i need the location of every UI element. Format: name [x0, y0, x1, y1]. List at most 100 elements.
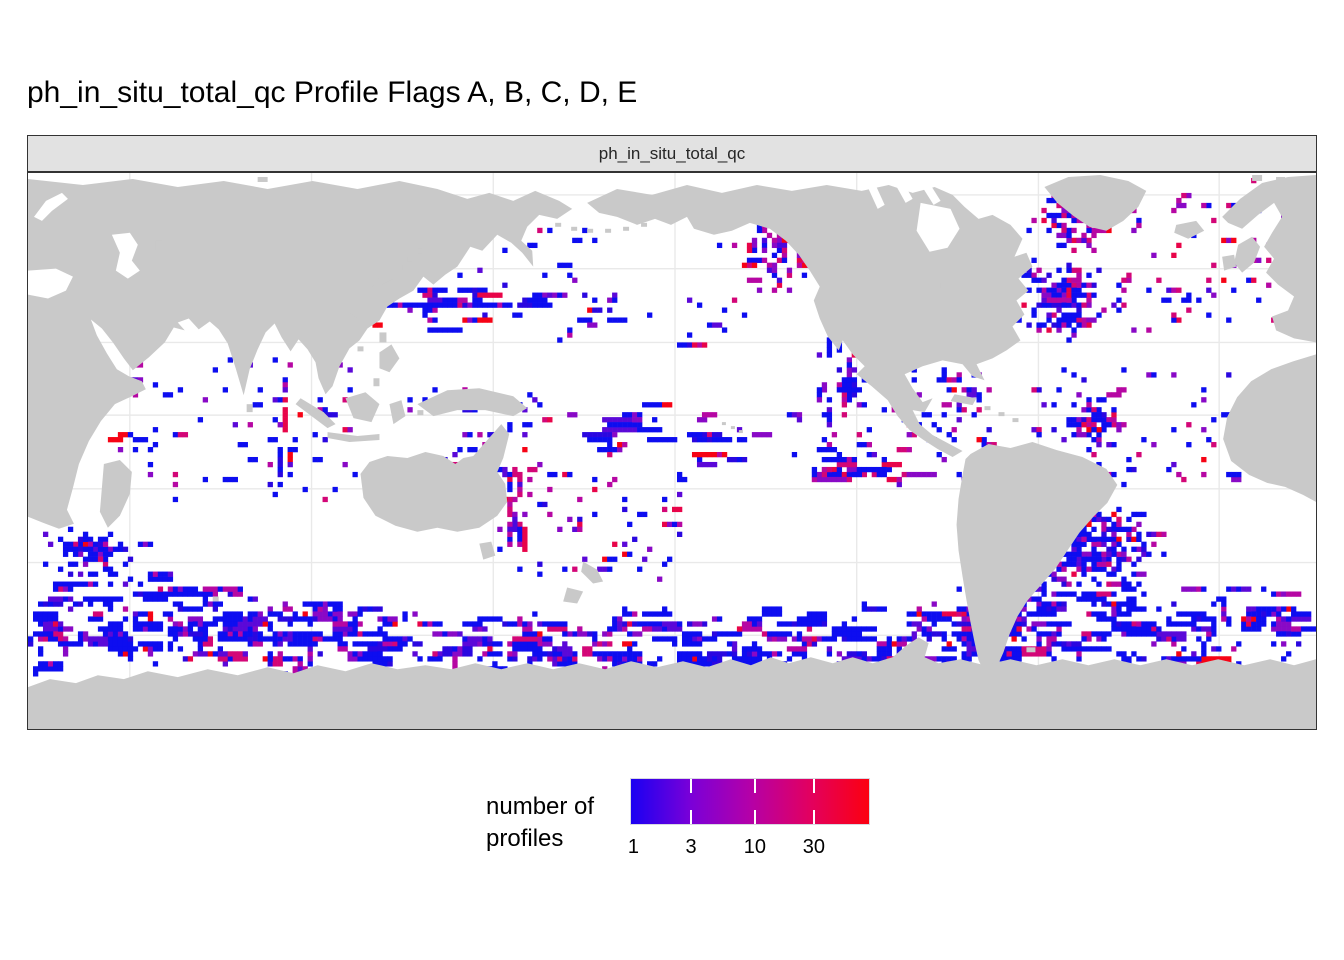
- profile-cell: [333, 487, 338, 492]
- profile-cell: [1076, 238, 1081, 243]
- profile-cell: [118, 596, 123, 601]
- profile-cell: [867, 636, 872, 641]
- profile-cell: [333, 601, 338, 606]
- profile-cell: [1051, 577, 1056, 582]
- profile-cell: [637, 422, 642, 427]
- profile-cell: [387, 621, 392, 626]
- profile-cell: [1016, 621, 1021, 626]
- profile-cell: [787, 631, 792, 636]
- profile-cell: [238, 591, 243, 596]
- profile-cell: [947, 641, 952, 646]
- profile-cell: [1136, 621, 1141, 626]
- profile-cell: [238, 442, 243, 447]
- profile-cell: [133, 621, 138, 626]
- profile-cell: [797, 621, 802, 626]
- profile-cell: [912, 621, 917, 626]
- profile-cell: [432, 288, 437, 293]
- profile-cell: [1071, 317, 1076, 322]
- profile-cell: [1101, 631, 1106, 636]
- profile-cell: [1101, 417, 1106, 422]
- profile-cell: [717, 616, 722, 621]
- profile-cell: [1096, 442, 1101, 447]
- profile-cell: [477, 298, 482, 303]
- profile-cell: [1046, 303, 1051, 308]
- profile-cell: [303, 631, 308, 636]
- profile-cell: [213, 367, 218, 372]
- profile-cell: [253, 631, 258, 636]
- profile-cell: [103, 601, 108, 606]
- profile-cell: [677, 507, 682, 512]
- profile-cell: [1246, 278, 1251, 283]
- profile-cell: [158, 572, 163, 577]
- profile-cell: [223, 636, 228, 641]
- profile-cell: [348, 656, 353, 661]
- profile-cell: [168, 631, 173, 636]
- profile-cell: [233, 651, 238, 656]
- profile-cell: [827, 417, 832, 422]
- profile-cell: [517, 482, 522, 487]
- island: [1252, 175, 1262, 181]
- profile-cell: [143, 591, 148, 596]
- profile-cell: [1061, 213, 1066, 218]
- profile-cell: [133, 447, 138, 452]
- legend-tick-mark: [690, 810, 692, 824]
- profile-cell: [1041, 631, 1046, 636]
- profile-cell: [917, 472, 922, 477]
- profile-cell: [952, 387, 957, 392]
- profile-cell: [153, 621, 158, 626]
- profile-cell: [1136, 452, 1141, 457]
- profile-cell: [777, 606, 782, 611]
- profile-cell: [1081, 591, 1086, 596]
- profile-cell: [1066, 293, 1071, 298]
- profile-cell: [727, 651, 732, 656]
- profile-cell: [827, 442, 832, 447]
- profile-cell: [542, 641, 547, 646]
- profile-cell: [652, 437, 657, 442]
- profile-cell: [1036, 432, 1041, 437]
- profile-cell: [827, 636, 832, 641]
- profile-cell: [1036, 646, 1041, 651]
- profile-cell: [103, 557, 108, 562]
- profile-cell: [537, 228, 542, 233]
- profile-cell: [1106, 552, 1111, 557]
- profile-cell: [88, 552, 93, 557]
- profile-cell: [537, 402, 542, 407]
- profile-cell: [622, 606, 627, 611]
- profile-cell: [492, 641, 497, 646]
- profile-cell: [1111, 512, 1116, 517]
- profile-cell: [1136, 512, 1141, 517]
- profile-cell: [108, 582, 113, 587]
- profile-cell: [607, 422, 612, 427]
- profile-cell: [697, 432, 702, 437]
- profile-cell: [847, 651, 852, 656]
- profile-cell: [1076, 273, 1081, 278]
- profile-cell: [472, 303, 477, 308]
- profile-cell: [707, 656, 712, 661]
- profile-cell: [1096, 611, 1101, 616]
- profile-cell: [1116, 567, 1121, 572]
- profile-cell: [452, 646, 457, 651]
- profile-cell: [288, 641, 293, 646]
- profile-cell: [1141, 621, 1146, 626]
- profile-cell: [1066, 278, 1071, 283]
- profile-cell: [837, 651, 842, 656]
- profile-cell: [83, 547, 88, 552]
- profile-cell: [472, 317, 477, 322]
- profile-cell: [1176, 636, 1181, 641]
- profile-cell: [1021, 303, 1026, 308]
- profile-cell: [962, 606, 967, 611]
- profile-cell: [432, 293, 437, 298]
- profile-cell: [942, 377, 947, 382]
- profile-cell: [647, 547, 652, 552]
- profile-cell: [1136, 537, 1141, 542]
- profile-cell: [1026, 626, 1031, 631]
- profile-cell: [597, 447, 602, 452]
- profile-cell: [537, 646, 542, 651]
- profile-cell: [188, 587, 193, 592]
- profile-cell: [822, 447, 827, 452]
- profile-cell: [1041, 611, 1046, 616]
- world-map: [28, 173, 1316, 729]
- profile-cell: [612, 626, 617, 631]
- profile-cell: [657, 437, 662, 442]
- profile-cell: [308, 651, 313, 656]
